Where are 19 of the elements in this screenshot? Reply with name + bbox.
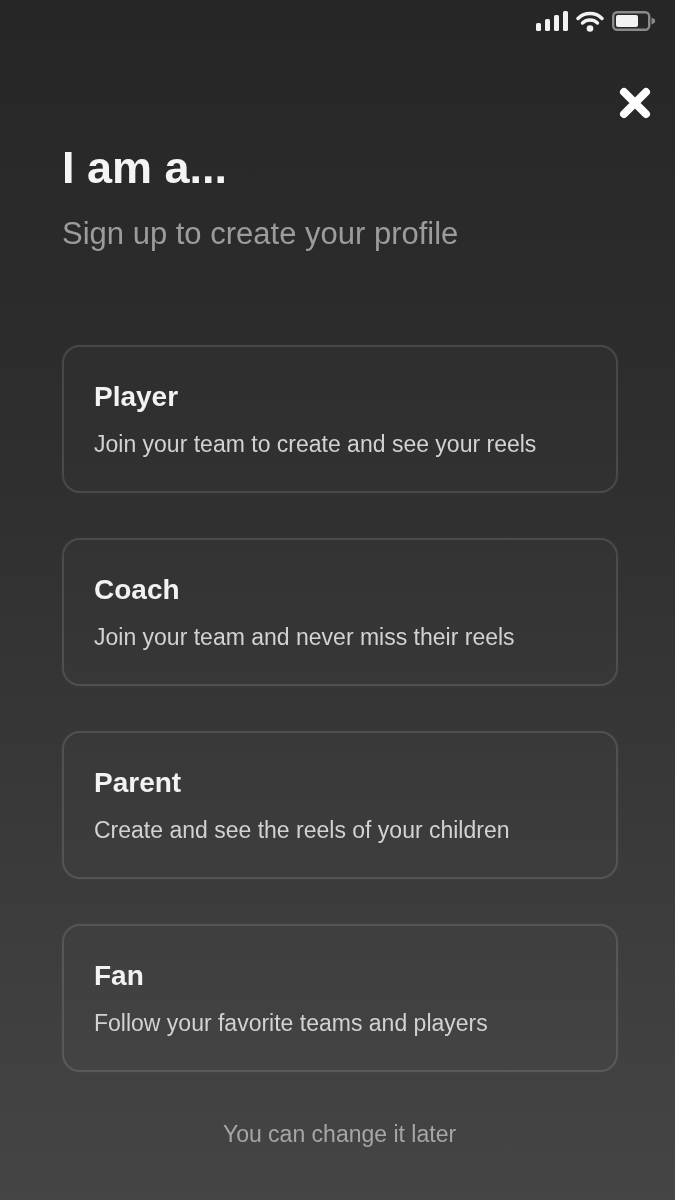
page-title: I am a...	[62, 141, 228, 195]
close-button[interactable]	[618, 86, 652, 120]
role-title: Coach	[94, 573, 180, 607]
role-title: Fan	[94, 959, 144, 993]
page-subtitle: Sign up to create your profile	[62, 215, 459, 253]
footer-note: You can change it later	[222, 1120, 457, 1149]
battery-icon	[612, 11, 655, 31]
role-description: Join your team to create and see your reels	[94, 430, 537, 459]
role-description: Create and see the reels of your children	[94, 816, 510, 845]
wifi-icon	[576, 10, 604, 32]
role-card[interactable]: Parent Create and see the reels of your children	[62, 731, 618, 879]
signal-icon	[536, 11, 568, 31]
role-card[interactable]: Fan Follow your favorite teams and players	[62, 924, 618, 1072]
role-title: Player	[94, 380, 179, 414]
role-title: Parent	[94, 766, 182, 800]
role-card[interactable]: Coach Join your team and never miss their reels	[62, 538, 618, 686]
role-description: Follow your favorite teams and players	[94, 1009, 488, 1038]
role-card[interactable]: Player Join your team to create and see your reels	[62, 345, 618, 493]
role-description: Join your team and never miss their reels	[94, 623, 515, 652]
